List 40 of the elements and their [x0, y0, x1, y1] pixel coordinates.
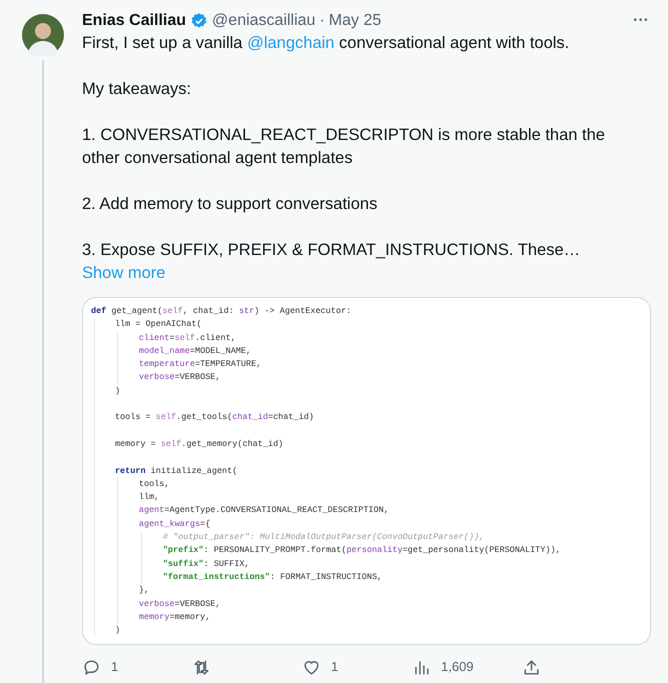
code-line: },: [138, 584, 150, 598]
code-line: ): [114, 384, 122, 398]
code-line: memory=memory,: [138, 610, 212, 624]
author-handle[interactable]: @eniascailliau: [212, 10, 316, 32]
post-paragraph: 3. Expose SUFFIX, PREFIX & FORMAT_INSTRUCTIONS. These… Show more: [82, 240, 582, 284]
share-button[interactable]: [522, 658, 541, 677]
post-date[interactable]: May 25: [328, 10, 382, 32]
author-name[interactable]: Enias Cailliau: [82, 10, 186, 32]
post-paragraph: My takeaways:: [82, 79, 192, 100]
code-line: llm = OpenAIChat(: [114, 318, 203, 332]
code-line: "suffix": SUFFIX,: [162, 558, 251, 571]
share-icon: [522, 658, 541, 677]
code-line: temperature=TEMPERATURE,: [138, 358, 262, 372]
code-line: return initialize_agent(: [114, 464, 238, 478]
code-line: agent_kwargs={: [138, 518, 212, 531]
views-button[interactable]: 1,609: [412, 657, 522, 677]
code-line: agent=AgentType.CONVERSATIONAL_REACT_DESCRIPTION,: [138, 504, 390, 518]
repost-icon: [192, 658, 211, 677]
reply-button[interactable]: 1: [82, 657, 192, 677]
code-line: tools = self.get_tools(chat_id=chat_id): [114, 411, 315, 424]
code-line: verbose=VERBOSE,: [138, 371, 222, 384]
post-paragraph: 2. Add memory to support conversations: [82, 194, 378, 215]
post-paragraph: 1. CONVERSATIONAL_REACT_DESCRIPTON is more stable than the other conversational agent templates: [82, 125, 606, 169]
code-line: tools,: [138, 478, 170, 491]
code-line: def get_agent(self, chat_id: str) -> AgentExecutor:: [91, 305, 352, 318]
speech-bubble-icon: [82, 658, 101, 677]
code-line: client=self.client,: [138, 332, 237, 345]
post-paragraph: First, I set up a vanilla @langchain conversational agent with tools.: [82, 33, 570, 54]
code-line: llm,: [138, 491, 160, 504]
code-line: model_name=MODEL_NAME,: [138, 344, 252, 358]
code-line: # "output_parser": MultiModalOutputParser(ConvoOutputParser()),: [162, 531, 486, 544]
code-line: memory = self.get_memory(chat_id): [114, 438, 284, 451]
code-line: "prefix": PERSONALITY_PROMPT.format(personality=get_personality(PERSONALITY)),: [162, 544, 562, 558]
more-options-button[interactable]: ···: [631, 13, 651, 29]
code-line: verbose=VERBOSE,: [138, 598, 222, 611]
like-button[interactable]: 1: [302, 657, 412, 677]
code-line: ): [114, 624, 122, 638]
avatar[interactable]: [22, 14, 64, 56]
code-line: "format_instructions": FORMAT_INSTRUCTIONS,: [162, 570, 384, 584]
separator-dot: ·: [319, 11, 325, 31]
